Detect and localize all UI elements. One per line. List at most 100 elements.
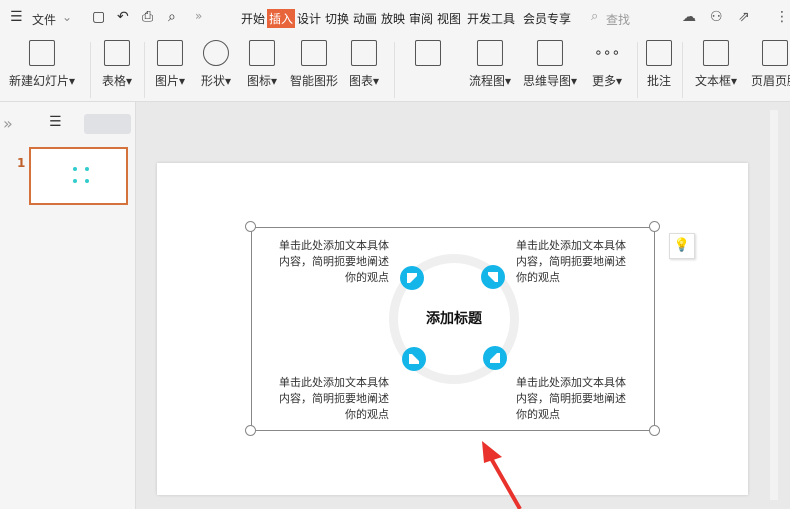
line: 单击此处添加文本具体 bbox=[516, 376, 626, 389]
flowchart-button[interactable]: 流程图▾ bbox=[469, 40, 511, 89]
text-block-top-left[interactable]: 单击此处添加文本具体 内容，简明扼要地阐述 你的观点 bbox=[264, 238, 389, 286]
tab-developer[interactable]: 开发工具 bbox=[467, 10, 515, 27]
tab-transition[interactable]: 切换 bbox=[325, 10, 349, 27]
slide-thumbnail[interactable] bbox=[29, 147, 128, 205]
print-icon[interactable]: ⎙ bbox=[142, 9, 153, 25]
store-icon bbox=[415, 40, 441, 66]
label: 表格 bbox=[101, 74, 126, 88]
textbox-button[interactable]: 文本框▾ bbox=[695, 40, 737, 89]
tab-start[interactable]: 开始 bbox=[241, 10, 265, 27]
tab-animation[interactable]: 动画 bbox=[353, 10, 377, 27]
mindmap-button[interactable]: 思维导图▾ bbox=[523, 40, 577, 89]
corner-marker-icon bbox=[402, 347, 426, 371]
slide-view-toggle[interactable] bbox=[84, 114, 131, 134]
tab-view[interactable]: 视图 bbox=[437, 10, 461, 27]
file-menu[interactable]: 文件 bbox=[32, 11, 56, 28]
textbox-icon bbox=[702, 40, 729, 66]
resize-handle[interactable] bbox=[649, 425, 660, 436]
label: 图片 bbox=[154, 74, 179, 88]
divider bbox=[90, 42, 91, 98]
line: 内容，简明扼要地阐述 bbox=[516, 255, 626, 268]
save-icon[interactable]: ▢ bbox=[92, 9, 105, 25]
scrollbar[interactable] bbox=[770, 110, 778, 500]
diagram-title[interactable]: 添加标题 bbox=[404, 308, 504, 328]
smart-suggestion-lightbulb-icon[interactable]: 💡 bbox=[669, 233, 695, 259]
resource-button[interactable] bbox=[415, 40, 441, 72]
thumb-dot bbox=[73, 179, 77, 183]
chevron-down-icon[interactable]: ⌄ bbox=[62, 10, 72, 24]
line: 单击此处添加文本具体 bbox=[279, 239, 389, 252]
resize-handle[interactable] bbox=[649, 221, 660, 232]
thumb-dot bbox=[85, 167, 89, 171]
chart-icon bbox=[350, 40, 377, 66]
arrow-shaft bbox=[486, 452, 522, 509]
title-bar: ☰ 文件 ⌄ ▢ ↶ ⎙ ⌕ » 开始 插入 设计 切换 动画 放映 审阅 视图… bbox=[0, 0, 790, 36]
shape-icon bbox=[202, 40, 229, 66]
header-footer-button[interactable]: 页眉页脚 bbox=[751, 40, 790, 89]
tab-review[interactable]: 审阅 bbox=[409, 10, 433, 27]
red-arrow-annotation bbox=[482, 441, 522, 509]
chart-button[interactable]: 图表▾ bbox=[349, 40, 379, 89]
search-icon[interactable]: ⌕ bbox=[591, 9, 598, 24]
text-block-bottom-left[interactable]: 单击此处添加文本具体 内容，简明扼要地阐述 你的观点 bbox=[264, 375, 389, 423]
share-icon[interactable]: ⇗ bbox=[738, 9, 750, 25]
new-slide-icon bbox=[28, 40, 55, 66]
divider bbox=[637, 42, 638, 98]
corner-marker-icon bbox=[400, 266, 424, 290]
shape-button[interactable]: 形状▾ bbox=[201, 40, 231, 89]
new-slide-button[interactable]: 新建幻灯片▾ bbox=[9, 40, 75, 89]
slide-number: 1 bbox=[17, 156, 26, 170]
line: 单击此处添加文本具体 bbox=[516, 239, 626, 252]
add-user-icon[interactable]: ⚇ bbox=[710, 9, 723, 25]
preview-icon[interactable]: ⌕ bbox=[168, 9, 176, 25]
expand-icon[interactable]: » bbox=[3, 114, 13, 133]
line: 你的观点 bbox=[345, 271, 389, 284]
more-options-icon[interactable]: ⋮ bbox=[775, 9, 789, 25]
tab-slideshow[interactable]: 放映 bbox=[381, 10, 405, 27]
smart-graphic-button[interactable]: 智能图形 bbox=[290, 40, 338, 89]
menu-icon[interactable]: ☰ bbox=[10, 9, 23, 25]
thumb-dot bbox=[85, 179, 89, 183]
label: 页眉页脚 bbox=[750, 74, 790, 88]
line: 内容，简明扼要地阐述 bbox=[516, 392, 626, 405]
table-icon bbox=[103, 40, 130, 66]
mindmap-icon bbox=[536, 40, 563, 66]
more-button[interactable]: ∘∘∘ 更多▾ bbox=[592, 40, 622, 89]
tab-design[interactable]: 设计 bbox=[297, 10, 321, 27]
divider bbox=[144, 42, 145, 98]
label: 文本框 bbox=[694, 74, 731, 88]
cloud-icon[interactable]: ☁ bbox=[682, 9, 696, 25]
label: 更多 bbox=[591, 74, 616, 88]
line: 内容，简明扼要地阐述 bbox=[279, 392, 389, 405]
tab-insert[interactable]: 插入 bbox=[267, 9, 296, 28]
corner-marker-icon bbox=[481, 265, 505, 289]
divider bbox=[394, 42, 395, 98]
text-block-bottom-right[interactable]: 单击此处添加文本具体 内容，简明扼要地阐述 你的观点 bbox=[516, 375, 641, 423]
slide-panel: » ☰ 1 bbox=[0, 102, 136, 509]
header-footer-icon bbox=[761, 40, 788, 66]
picture-button[interactable]: 图片▾ bbox=[155, 40, 185, 89]
label: 流程图 bbox=[468, 74, 505, 88]
undo-icon[interactable]: ↶ bbox=[117, 9, 129, 25]
divider bbox=[682, 42, 683, 98]
outline-view-icon[interactable]: ☰ bbox=[49, 114, 62, 130]
icon-button[interactable]: 图标▾ bbox=[247, 40, 277, 89]
ribbon: 新建幻灯片▾ 表格▾ 图片▾ 形状▾ 图标▾ 智能图形 图表▾ 流程图▾ 思维导… bbox=[0, 36, 790, 102]
icons-icon bbox=[248, 40, 275, 66]
text-block-top-right[interactable]: 单击此处添加文本具体 内容，简明扼要地阐述 你的观点 bbox=[516, 238, 641, 286]
line: 你的观点 bbox=[516, 408, 560, 421]
search-input[interactable]: 查找 bbox=[606, 11, 630, 28]
more-icon[interactable]: » bbox=[195, 9, 202, 23]
arrow-head bbox=[482, 441, 502, 463]
line: 单击此处添加文本具体 bbox=[279, 376, 389, 389]
comment-button[interactable]: 批注 bbox=[646, 40, 672, 89]
resize-handle[interactable] bbox=[245, 425, 256, 436]
comment-icon bbox=[646, 40, 672, 66]
tab-member[interactable]: 会员专享 bbox=[523, 10, 571, 27]
label: 形状 bbox=[200, 74, 225, 88]
label: 图标 bbox=[246, 74, 271, 88]
table-button[interactable]: 表格▾ bbox=[102, 40, 132, 89]
label: 图表 bbox=[348, 74, 373, 88]
resize-handle[interactable] bbox=[245, 221, 256, 232]
corner-marker-icon bbox=[483, 346, 507, 370]
